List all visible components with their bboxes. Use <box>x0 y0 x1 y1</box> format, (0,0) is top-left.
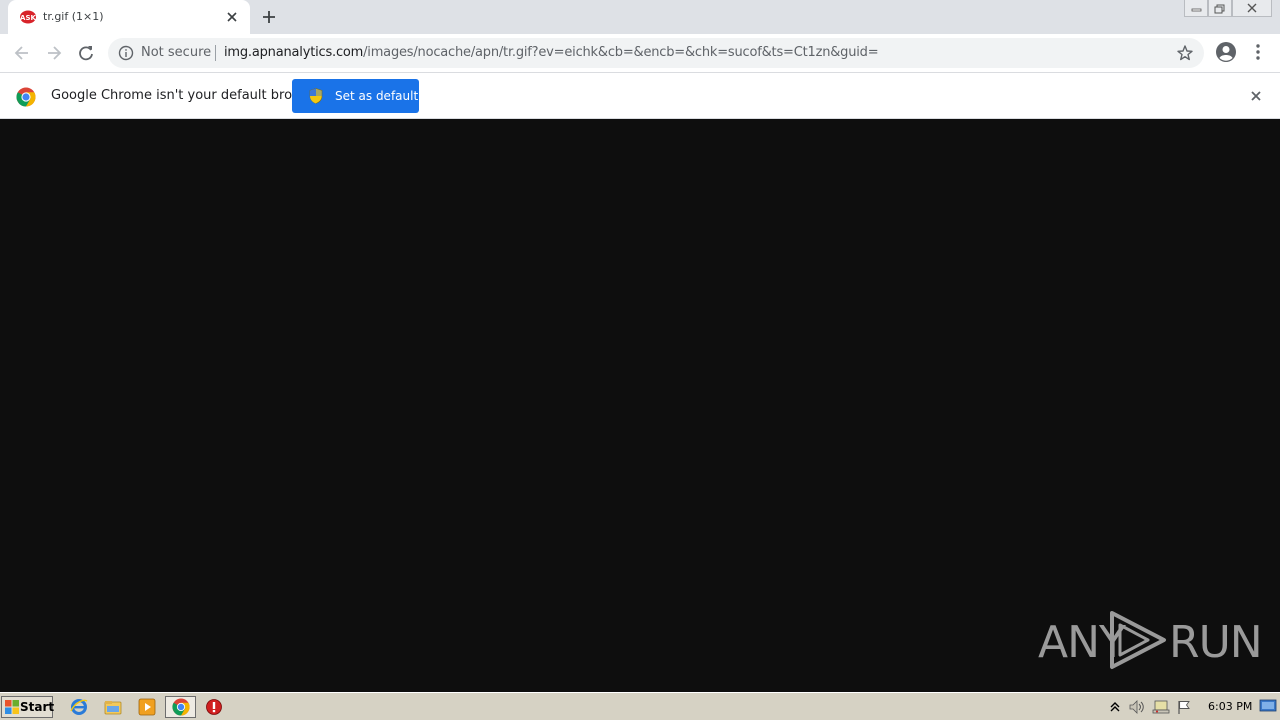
set-as-default-button[interactable]: Set as default <box>292 79 419 113</box>
chrome-taskbar-button[interactable] <box>165 696 196 718</box>
separator <box>215 45 216 61</box>
start-button[interactable]: Start <box>1 696 55 718</box>
tab-title: tr.gif (1×1) <box>43 10 104 23</box>
address-bar[interactable]: Not secure img.apnanalytics.com/images/n… <box>108 38 1204 68</box>
chrome-icon <box>172 698 190 716</box>
tab-tr-gif[interactable]: ASK tr.gif (1×1) <box>8 0 250 34</box>
network-icon[interactable] <box>1152 699 1170 715</box>
infobar-close-icon[interactable] <box>1248 88 1264 104</box>
restore-button[interactable] <box>1208 0 1232 17</box>
file-explorer-icon[interactable] <box>104 698 122 716</box>
minimize-button[interactable] <box>1184 0 1208 17</box>
show-hidden-icons-icon[interactable] <box>1108 699 1122 715</box>
url-text[interactable]: img.apnanalytics.com/images/nocache/apn/… <box>224 45 879 60</box>
show-desktop-icon[interactable] <box>1259 699 1277 713</box>
url-path: /images/nocache/apn/tr.gif?ev=eichk&cb=&… <box>363 45 879 60</box>
svg-text:ASK: ASK <box>20 14 36 22</box>
play-icon <box>1110 611 1166 669</box>
bookmark-star-icon[interactable] <box>1176 44 1194 62</box>
close-icon <box>1247 3 1257 13</box>
anyrun-watermark: ANY RUN <box>1038 609 1263 671</box>
infobar-message: Google Chrome isn't your default browser <box>51 88 323 103</box>
start-label: Start <box>20 700 55 714</box>
security-label[interactable]: Not secure <box>141 45 211 60</box>
windows-logo-icon <box>5 700 19 714</box>
chrome-logo-icon <box>16 87 36 107</box>
minimize-icon <box>1191 8 1202 12</box>
page-content <box>0 119 1280 692</box>
info-icon[interactable] <box>118 45 134 61</box>
default-browser-infobar: Google Chrome isn't your default browser… <box>0 72 1280 119</box>
media-player-icon[interactable] <box>138 698 156 716</box>
red-alert-icon[interactable] <box>205 698 223 716</box>
action-center-flag-icon[interactable] <box>1176 699 1192 715</box>
internet-explorer-icon[interactable] <box>70 698 88 716</box>
new-tab-icon[interactable] <box>261 9 277 25</box>
clock[interactable]: 6:03 PM <box>1208 700 1252 713</box>
profile-icon[interactable] <box>1215 41 1237 63</box>
restore-icon <box>1214 4 1225 14</box>
toolbar: Not secure img.apnanalytics.com/images/n… <box>0 34 1280 72</box>
uac-shield-icon <box>309 88 323 104</box>
tab-strip: ASK tr.gif (1×1) <box>0 0 1280 34</box>
set-as-default-label: Set as default <box>335 89 419 103</box>
volume-icon[interactable] <box>1128 699 1146 715</box>
watermark-right-text: RUN <box>1169 617 1263 668</box>
taskbar: Start 6:03 PM <box>0 692 1280 720</box>
url-host: img.apnanalytics.com <box>224 45 364 60</box>
ask-icon: ASK <box>20 10 36 24</box>
menu-icon[interactable] <box>1250 43 1266 61</box>
reload-icon[interactable] <box>76 43 96 63</box>
forward-icon[interactable] <box>44 43 64 63</box>
close-window-button[interactable] <box>1232 0 1272 17</box>
tab-close-icon[interactable] <box>224 9 240 25</box>
system-tray <box>1104 695 1198 719</box>
back-icon[interactable] <box>12 43 32 63</box>
